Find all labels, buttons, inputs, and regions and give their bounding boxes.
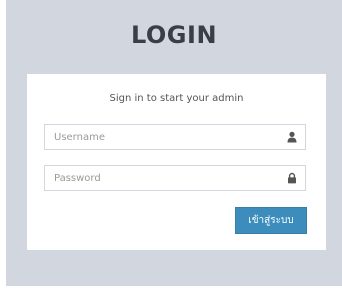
user-icon	[286, 131, 298, 143]
password-input[interactable]	[45, 166, 281, 190]
login-page: LOGIN Sign in to start your admin เข้าสู…	[6, 0, 342, 286]
login-box: Sign in to start your admin เข้าสู่ระบบ	[27, 74, 326, 250]
sign-in-button[interactable]: เข้าสู่ระบบ	[235, 207, 307, 234]
password-input-group	[44, 165, 306, 191]
login-box-message: Sign in to start your admin	[109, 93, 244, 104]
username-input[interactable]	[45, 125, 281, 149]
username-input-group	[44, 124, 306, 150]
login-title: LOGIN	[130, 21, 218, 49]
lock-icon	[286, 172, 298, 184]
